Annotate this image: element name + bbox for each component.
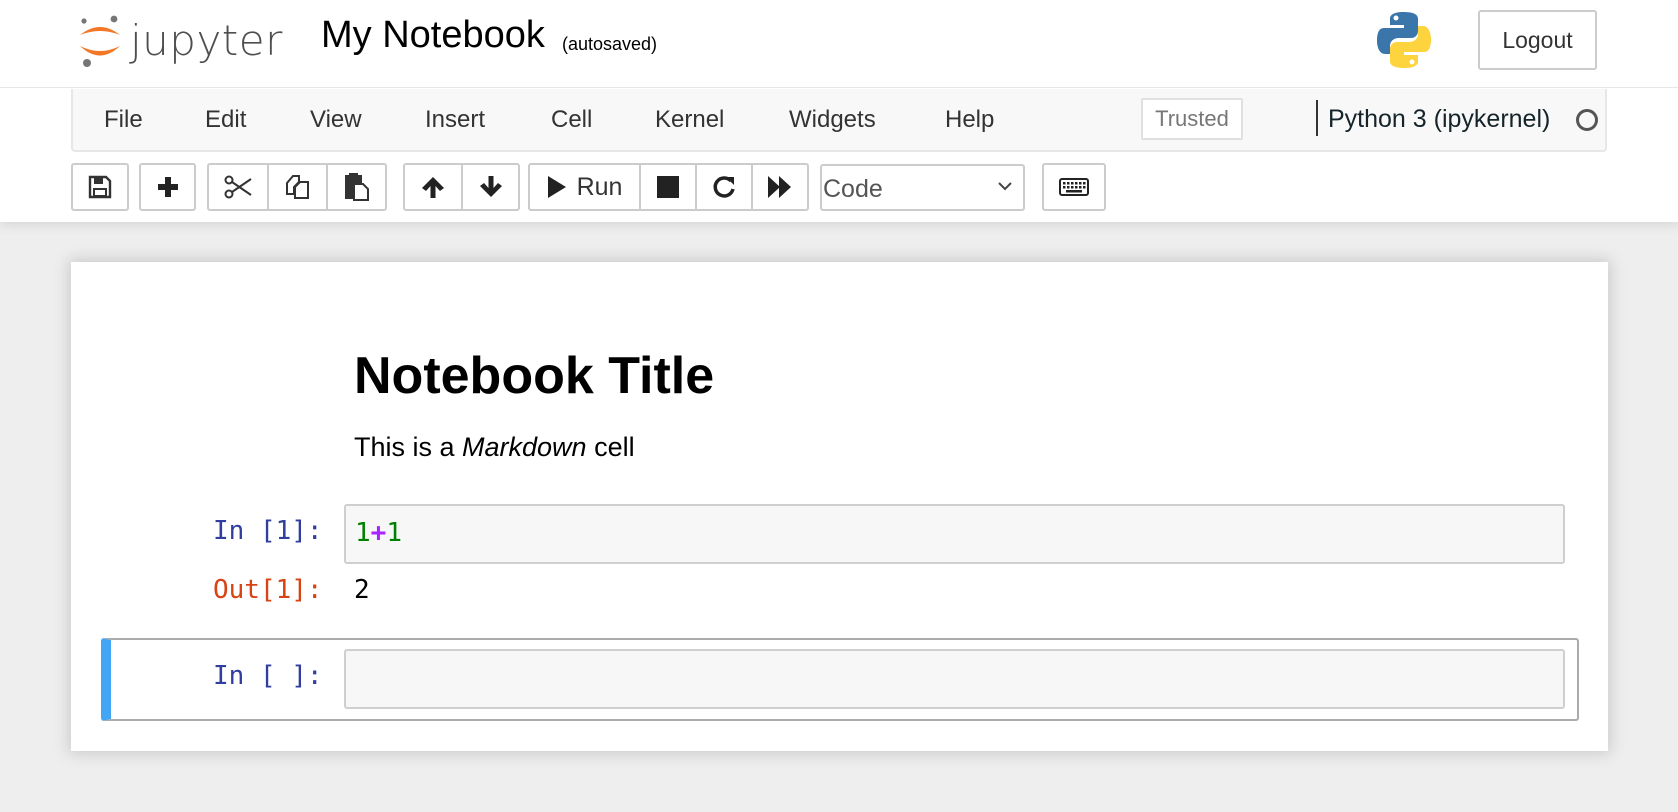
copy-icon	[285, 175, 309, 199]
cut-button[interactable]	[207, 163, 269, 211]
save-button[interactable]	[71, 163, 129, 211]
code-token: 1	[355, 518, 371, 548]
chevron-down-icon	[998, 182, 1012, 191]
notebook-name[interactable]: My Notebook	[321, 14, 545, 57]
arrow-up-icon	[422, 177, 444, 198]
fast-forward-icon	[768, 176, 791, 198]
toolbar: Run Code	[71, 163, 1611, 213]
stop-icon	[657, 176, 679, 198]
menu-insert[interactable]: Insert	[425, 106, 485, 134]
play-icon	[547, 176, 566, 198]
jupyter-logo[interactable]: jupyter	[78, 10, 283, 70]
menu-cell[interactable]: Cell	[551, 106, 592, 134]
menu-help[interactable]: Help	[945, 106, 994, 134]
run-button[interactable]: Run	[528, 163, 641, 211]
insert-cell-below-button[interactable]	[139, 163, 196, 211]
code-input[interactable]: 1+1	[344, 504, 1565, 564]
autosave-status: (autosaved)	[562, 34, 658, 54]
plus-icon	[157, 177, 178, 197]
output-prompt: Out[1]:	[213, 575, 323, 605]
keyboard-icon	[1059, 178, 1089, 196]
logout-button[interactable]: Logout	[1478, 10, 1597, 70]
command-palette-group	[1042, 163, 1106, 211]
kernel-idle-indicator-icon	[1576, 109, 1598, 131]
command-palette-button[interactable]	[1042, 163, 1106, 211]
cell-type-value: Code	[823, 175, 883, 203]
save-group	[71, 163, 129, 211]
run-label: Run	[576, 172, 623, 201]
kernel-separator	[1316, 100, 1318, 136]
trusted-indicator[interactable]: Trusted	[1141, 98, 1243, 140]
markdown-text: This is a	[354, 432, 463, 462]
python-logo-icon	[1377, 12, 1431, 68]
code-token: 1	[386, 518, 402, 548]
markdown-emphasis: Markdown	[462, 432, 587, 462]
restart-run-all-button[interactable]	[751, 163, 809, 211]
restart-icon	[713, 176, 735, 198]
menu-view[interactable]: View	[310, 106, 362, 134]
move-down-button[interactable]	[461, 163, 520, 211]
interrupt-kernel-button[interactable]	[639, 163, 697, 211]
clipboard-group	[207, 163, 387, 211]
insert-group	[139, 163, 196, 211]
jupyter-logo-icon	[80, 15, 120, 67]
cell-type-select[interactable]: Code	[820, 164, 1025, 211]
cell-output: 2	[354, 575, 370, 605]
menu-edit[interactable]: Edit	[205, 106, 246, 134]
markdown-text: cell	[586, 432, 635, 462]
notebook-container: Notebook Title This is a Markdown cell I…	[71, 262, 1608, 751]
move-up-button[interactable]	[403, 163, 463, 211]
jupyter-logo-text: jupyter	[130, 15, 283, 65]
notebook-header: jupyter My Notebook (autosaved) Logout F…	[0, 0, 1678, 222]
run-group: Run	[528, 163, 809, 211]
floppy-disk-icon	[88, 175, 112, 199]
menubar: File Edit View Insert Cell Kernel Widget…	[71, 89, 1607, 152]
menu-file[interactable]: File	[104, 106, 143, 134]
paste-button[interactable]	[326, 163, 387, 211]
restart-kernel-button[interactable]	[695, 163, 753, 211]
move-group	[403, 163, 520, 211]
paste-icon	[344, 173, 369, 201]
scissors-icon	[224, 175, 252, 199]
copy-button[interactable]	[267, 163, 328, 211]
kernel-name[interactable]: Python 3 (ipykernel)	[1328, 105, 1550, 134]
top-bar: jupyter My Notebook (autosaved) Logout	[0, 0, 1678, 88]
menu-kernel[interactable]: Kernel	[655, 106, 724, 134]
arrow-down-icon	[479, 176, 502, 197]
markdown-paragraph: This is a Markdown cell	[354, 432, 635, 463]
input-prompt: In [ ]:	[213, 661, 323, 691]
code-input[interactable]	[344, 649, 1565, 709]
menu-widgets[interactable]: Widgets	[789, 106, 876, 134]
input-prompt: In [1]:	[213, 516, 323, 546]
code-token: +	[370, 518, 387, 548]
notebook-title-heading: Notebook Title	[354, 347, 715, 405]
